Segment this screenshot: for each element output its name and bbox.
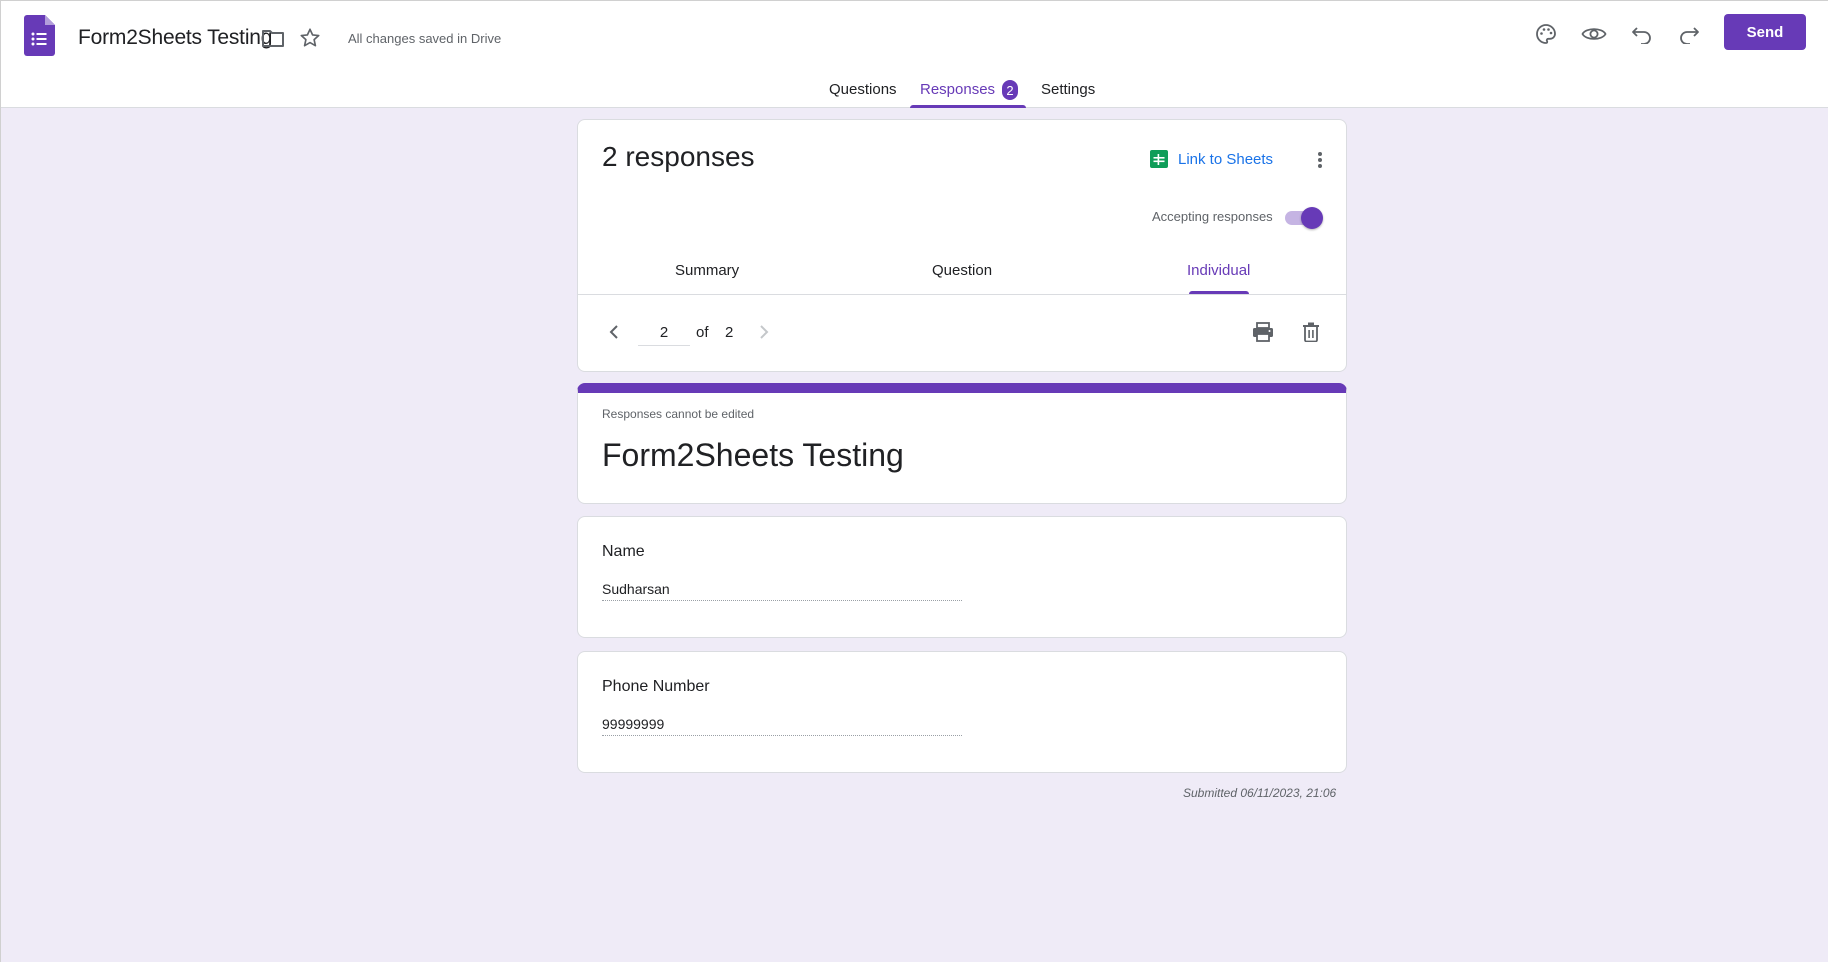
subtab-individual[interactable]: Individual [1187, 262, 1250, 279]
previous-response-chevron-left-icon[interactable] [602, 320, 626, 344]
question-label: Phone Number [602, 678, 710, 695]
responses-summary-card: 2 responses Link to Sheets Accepting res… [577, 119, 1347, 372]
tab-questions[interactable]: Questions [829, 81, 897, 98]
pager-total: 2 [725, 324, 734, 341]
subtab-question[interactable]: Question [932, 262, 992, 279]
star-icon[interactable] [297, 25, 323, 51]
answer-value: 99999999 [602, 716, 962, 736]
redo-icon[interactable] [1674, 19, 1704, 49]
accepting-responses-label: Accepting responses [1152, 209, 1273, 224]
submitted-timestamp: Submitted 06/11/2023, 21:06 [1183, 786, 1337, 800]
preview-eye-icon[interactable] [1579, 19, 1609, 49]
send-button[interactable]: Send [1724, 14, 1806, 50]
form-title: Form2Sheets Testing [602, 437, 904, 473]
more-options-icon[interactable] [1308, 148, 1332, 172]
answer-value: Sudharsan [602, 581, 962, 601]
next-response-chevron-right-icon[interactable] [752, 320, 776, 344]
question-label: Name [602, 543, 645, 560]
response-page-input[interactable] [638, 320, 690, 346]
question-card-phone: Phone Number 99999999 [577, 651, 1347, 773]
forms-logo-icon[interactable] [24, 15, 55, 56]
save-status: All changes saved in Drive [348, 31, 502, 46]
tab-settings[interactable]: Settings [1041, 81, 1095, 98]
toggle-knob[interactable] [1301, 207, 1323, 229]
tab-responses[interactable]: Responses [920, 81, 995, 98]
subtab-summary[interactable]: Summary [675, 262, 739, 279]
app-header: Form2Sheets Testing All changes saved in… [1, 0, 1828, 108]
edit-restriction-note: Responses cannot be edited [602, 407, 755, 421]
folder-icon[interactable] [260, 25, 286, 51]
undo-icon[interactable] [1627, 19, 1657, 49]
response-header-card: Responses cannot be edited Form2Sheets T… [577, 383, 1347, 504]
print-icon[interactable] [1250, 319, 1276, 345]
link-to-sheets-button[interactable]: Link to Sheets [1150, 150, 1273, 168]
palette-icon[interactable] [1531, 19, 1561, 49]
delete-trash-icon[interactable] [1298, 319, 1324, 345]
responses-count-heading: 2 responses [602, 141, 755, 172]
link-to-sheets-label: Link to Sheets [1178, 150, 1274, 168]
active-tab-indicator [910, 105, 1026, 108]
pager-of-label: of [696, 324, 709, 341]
sheets-icon [1150, 150, 1168, 168]
question-card-name: Name Sudharsan [577, 516, 1347, 638]
document-title[interactable]: Form2Sheets Testing [78, 26, 272, 50]
responses-count-badge: 2 [1002, 80, 1018, 100]
divider [578, 294, 1346, 295]
